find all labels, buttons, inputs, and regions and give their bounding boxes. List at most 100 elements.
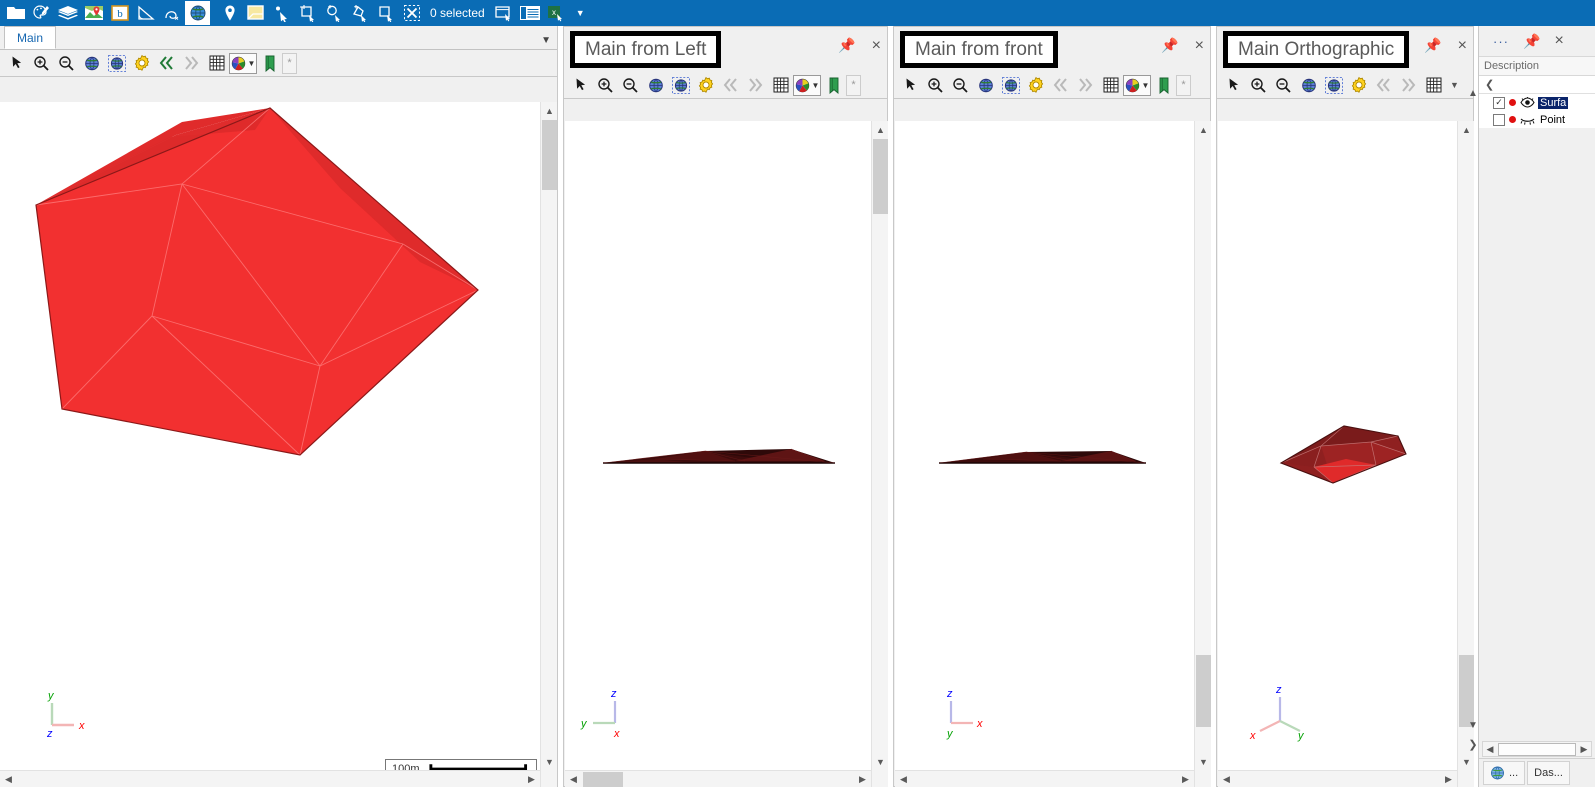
settings-gear-icon[interactable] bbox=[1346, 73, 1371, 98]
step-back-icon[interactable] bbox=[1371, 73, 1396, 98]
grid-icon[interactable] bbox=[1098, 73, 1123, 98]
view-titlebar-front[interactable]: Main from front 📌 × bbox=[894, 27, 1210, 72]
select-rect-add-icon[interactable] bbox=[295, 1, 320, 25]
pointer-tool-icon[interactable] bbox=[898, 73, 923, 98]
filter-chevron-icon[interactable]: ❮ bbox=[1485, 78, 1494, 91]
palette-pencil-icon[interactable] bbox=[29, 1, 54, 25]
ribbon-overflow-caret[interactable]: ▼ bbox=[576, 8, 585, 18]
close-icon[interactable]: × bbox=[872, 37, 881, 54]
color-swatch-dot[interactable] bbox=[1509, 99, 1516, 106]
main-view-scroll-left[interactable]: ◀ bbox=[0, 771, 17, 787]
eye-visible-icon[interactable] bbox=[1520, 97, 1535, 108]
color-palette-dropdown-caret[interactable]: ▼ bbox=[812, 81, 820, 90]
zoom-out-icon[interactable] bbox=[1271, 73, 1296, 98]
left-view-scroll-up[interactable]: ▲ bbox=[872, 121, 888, 138]
color-palette-icon[interactable]: ▼ bbox=[1123, 74, 1151, 96]
select-window-icon[interactable] bbox=[492, 1, 517, 25]
left-view-vscroll-thumb[interactable] bbox=[873, 139, 888, 214]
panel-menu-dots-icon[interactable]: ··· bbox=[1493, 34, 1509, 49]
step-forward-icon[interactable] bbox=[743, 73, 768, 98]
dock-collapse-icon[interactable]: ▼ bbox=[541, 36, 551, 46]
globe-fit-icon[interactable] bbox=[973, 73, 998, 98]
color-palette-icon[interactable]: ▼ bbox=[229, 52, 257, 74]
ortho-view-scroll-up[interactable]: ▲ bbox=[1458, 121, 1474, 138]
view-canvas-main-from-left[interactable]: z y x ▲ ▼ ◀ ▶ bbox=[565, 121, 888, 787]
globe-icon[interactable] bbox=[185, 1, 210, 25]
globe-tab[interactable]: ... bbox=[1483, 761, 1526, 785]
globe-fit-icon[interactable] bbox=[1296, 73, 1321, 98]
close-icon[interactable]: × bbox=[1458, 37, 1467, 54]
view-canvas-main-from-front[interactable]: z x y ▲ ▼ ◀ ▶ bbox=[895, 121, 1211, 787]
ortho-view-scroll-left[interactable]: ◀ bbox=[1218, 771, 1235, 787]
main-view-scroll-down[interactable]: ▼ bbox=[541, 753, 557, 770]
globe-selection-icon[interactable] bbox=[104, 51, 129, 76]
color-swatch-dot[interactable] bbox=[1509, 116, 1516, 123]
ortho-view-vscroll-thumb[interactable] bbox=[1459, 655, 1474, 727]
pin-icon[interactable]: 📌 bbox=[1424, 37, 1441, 54]
tree-scroll-left[interactable]: ◀ bbox=[1483, 744, 1497, 755]
select-polygon-icon[interactable] bbox=[347, 1, 372, 25]
ortho-view-scroll-down[interactable]: ▼ bbox=[1458, 753, 1474, 770]
pin-icon[interactable]: 📌 bbox=[1161, 37, 1178, 54]
tab-main[interactable]: Main bbox=[4, 26, 57, 49]
globe-selection-icon[interactable] bbox=[998, 73, 1023, 98]
open-folder-icon[interactable] bbox=[3, 1, 28, 25]
ortho-view-scroll-right[interactable]: ▶ bbox=[1440, 771, 1457, 787]
main-view-canvas[interactable]: y x z 100m ▲ ▼ ◀ ▶ bbox=[0, 102, 557, 787]
tree-scroll-right[interactable]: ▶ bbox=[1577, 744, 1591, 755]
step-forward-icon[interactable] bbox=[179, 51, 204, 76]
step-forward-icon[interactable] bbox=[1396, 73, 1421, 98]
main-view-vscrollbar[interactable]: ▲ ▼ bbox=[540, 102, 557, 787]
front-view-scroll-up[interactable]: ▲ bbox=[1195, 121, 1211, 138]
polyline-edit-icon[interactable] bbox=[159, 1, 184, 25]
bookmark-icon[interactable] bbox=[1151, 73, 1176, 98]
more-tools-icon[interactable]: * bbox=[846, 74, 861, 96]
panel-collapse-up-icon[interactable]: ▲ bbox=[1467, 88, 1479, 99]
ortho-view-hscrollbar[interactable]: ◀ ▶ bbox=[1218, 770, 1457, 787]
select-crop-icon[interactable] bbox=[373, 1, 398, 25]
export-excel-icon[interactable]: x bbox=[544, 1, 569, 25]
more-tools-icon[interactable]: * bbox=[282, 52, 297, 74]
main-view-scroll-up[interactable]: ▲ bbox=[541, 102, 557, 119]
zoom-in-icon[interactable] bbox=[593, 73, 618, 98]
color-palette-dropdown-caret[interactable]: ▼ bbox=[1142, 81, 1150, 90]
pin-icon[interactable]: 📌 bbox=[1523, 33, 1540, 50]
left-view-hscroll-thumb[interactable] bbox=[583, 772, 623, 787]
pointer-tool-icon[interactable] bbox=[1221, 73, 1246, 98]
tree-checkbox[interactable] bbox=[1493, 113, 1505, 126]
close-icon[interactable]: × bbox=[1195, 37, 1204, 54]
grid-icon[interactable] bbox=[768, 73, 793, 98]
panel-expand-right-icon[interactable]: ❯ bbox=[1467, 738, 1479, 751]
pointer-tool-icon[interactable] bbox=[568, 73, 593, 98]
tree-item-points[interactable]: Point bbox=[1479, 111, 1595, 128]
main-view-hscrollbar[interactable]: ◀ ▶ bbox=[0, 770, 540, 787]
main-view-vscroll-thumb[interactable] bbox=[542, 120, 557, 190]
layers-icon[interactable] bbox=[55, 1, 80, 25]
settings-gear-icon[interactable] bbox=[129, 51, 154, 76]
eye-hidden-icon[interactable] bbox=[1520, 114, 1535, 125]
dashboard-tab[interactable]: Das... bbox=[1527, 761, 1570, 785]
ortho-view-vscrollbar[interactable]: ▲ ▼ bbox=[1457, 121, 1474, 787]
main-view-scroll-right[interactable]: ▶ bbox=[523, 771, 540, 787]
step-forward-icon[interactable] bbox=[1073, 73, 1098, 98]
front-view-vscroll-thumb[interactable] bbox=[1196, 655, 1211, 727]
left-view-scroll-down[interactable]: ▼ bbox=[872, 753, 888, 770]
step-back-icon[interactable] bbox=[718, 73, 743, 98]
globe-fit-icon[interactable] bbox=[643, 73, 668, 98]
toolbar-overflow-caret[interactable]: ▼ bbox=[1450, 80, 1459, 90]
settings-gear-icon[interactable] bbox=[693, 73, 718, 98]
color-palette-icon[interactable]: ▼ bbox=[793, 74, 821, 96]
tree-item-surface[interactable]: ✓ Surfa bbox=[1479, 94, 1595, 111]
left-view-vscrollbar[interactable]: ▲ ▼ bbox=[871, 121, 888, 787]
view-titlebar-left[interactable]: Main from Left 📌 × bbox=[564, 27, 887, 72]
left-view-hscrollbar[interactable]: ◀ ▶ bbox=[565, 770, 871, 787]
select-lasso-icon[interactable] bbox=[321, 1, 346, 25]
tree-hscroll-track[interactable] bbox=[1498, 742, 1576, 756]
tree-checkbox[interactable]: ✓ bbox=[1493, 96, 1505, 109]
front-view-scroll-right[interactable]: ▶ bbox=[1177, 771, 1194, 787]
front-view-scroll-left[interactable]: ◀ bbox=[895, 771, 912, 787]
angle-measure-icon[interactable] bbox=[133, 1, 158, 25]
left-view-scroll-left[interactable]: ◀ bbox=[565, 771, 582, 787]
map-pin-image-icon[interactable] bbox=[81, 1, 106, 25]
zoom-out-icon[interactable] bbox=[618, 73, 643, 98]
